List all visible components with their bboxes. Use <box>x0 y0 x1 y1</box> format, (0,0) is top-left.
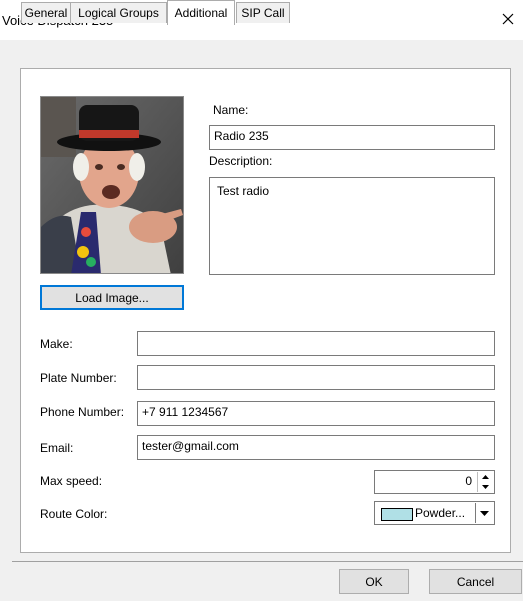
description-label: Description: <box>209 154 273 168</box>
dropdown-button[interactable] <box>475 503 493 523</box>
name-value: Radio 235 <box>214 129 269 143</box>
tab-label: Logical Groups <box>78 6 159 20</box>
profile-photo <box>40 96 184 274</box>
tab-additional[interactable]: Additional <box>167 0 235 25</box>
spin-buttons[interactable] <box>477 472 493 492</box>
email-label: Email: <box>40 441 74 455</box>
cancel-label: Cancel <box>456 574 495 589</box>
chevron-down-icon <box>480 510 489 516</box>
close-button[interactable] <box>499 9 517 29</box>
make-label: Make: <box>40 337 73 351</box>
route-color-value: Powder... <box>415 506 466 520</box>
name-field[interactable]: Radio 235 <box>209 125 495 150</box>
ok-button[interactable]: OK <box>339 569 409 594</box>
load-image-label: Load Image... <box>75 290 149 305</box>
footer-separator <box>12 561 523 562</box>
route-color-label: Route Color: <box>40 507 108 521</box>
description-value: Test radio <box>217 184 270 198</box>
email-value: tester@gmail.com <box>142 439 239 453</box>
spin-up-button[interactable] <box>478 472 493 482</box>
phone-number-value: +7 911 1234567 <box>142 405 229 419</box>
load-image-button[interactable]: Load Image... <box>40 285 184 310</box>
tab-logical-groups[interactable]: Logical Groups <box>70 2 167 23</box>
ok-label: OK <box>365 574 383 589</box>
name-label: Name: <box>213 103 249 117</box>
plate-number-field[interactable] <box>137 365 495 390</box>
tab-label: SIP Call <box>241 6 285 20</box>
portrait-image <box>41 97 183 273</box>
tab-general[interactable]: General <box>21 2 71 23</box>
phone-number-label: Phone Number: <box>40 405 125 419</box>
spin-down-button[interactable] <box>478 482 493 492</box>
chevron-up-icon <box>482 475 489 479</box>
description-field[interactable]: Test radio <box>209 177 495 275</box>
max-speed-stepper[interactable]: 0 <box>374 470 495 494</box>
plate-number-label: Plate Number: <box>40 371 117 385</box>
tab-label: Additional <box>174 6 228 20</box>
tab-label: General <box>24 6 68 20</box>
email-field[interactable]: tester@gmail.com <box>137 435 495 460</box>
phone-number-field[interactable]: +7 911 1234567 <box>137 401 495 426</box>
route-color-select[interactable]: Powder... <box>374 501 495 525</box>
color-swatch <box>381 508 413 521</box>
chevron-down-icon <box>482 485 489 489</box>
max-speed-label: Max speed: <box>40 474 103 488</box>
tab-sip-call[interactable]: SIP Call <box>236 2 290 23</box>
cancel-button[interactable]: Cancel <box>429 569 522 594</box>
max-speed-value: 0 <box>465 474 472 488</box>
make-field[interactable] <box>137 331 495 356</box>
close-icon <box>502 13 514 25</box>
